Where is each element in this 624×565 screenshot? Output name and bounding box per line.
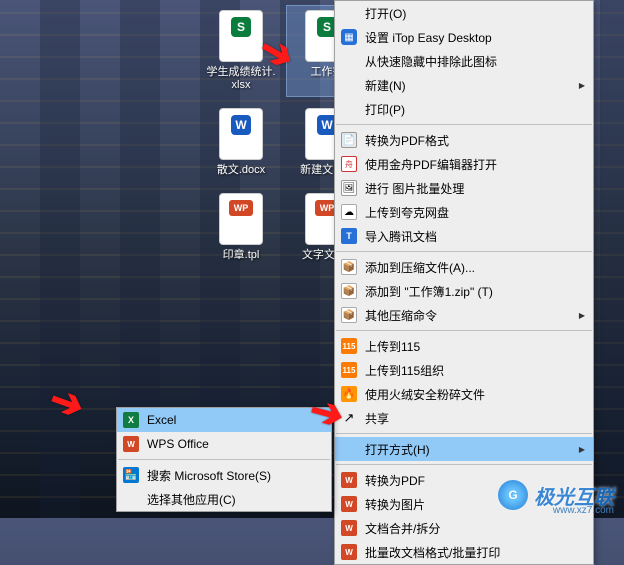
zip-icon: 📦 bbox=[341, 259, 357, 275]
hr-icon: 🔥 bbox=[341, 386, 357, 402]
menu-item[interactable]: 打印(P) bbox=[335, 97, 593, 121]
menu-item[interactable]: 从快速隐藏中排除此图标 bbox=[335, 49, 593, 73]
menu-item-label: 添加到 "工作簿1.zip" (T) bbox=[365, 283, 493, 300]
icon-label: 印章.tpl bbox=[223, 249, 260, 262]
file-icon-xlsx1[interactable]: 学生成绩统计.xlsx bbox=[201, 6, 281, 96]
menu-item[interactable]: 打开(O) bbox=[335, 1, 593, 25]
115-icon: 115 bbox=[341, 362, 357, 378]
zip-icon: 📦 bbox=[341, 283, 357, 299]
menu-item[interactable]: 🏪 搜索 Microsoft Store(S) bbox=[117, 463, 331, 487]
menu-item-label: 使用金舟PDF编辑器打开 bbox=[365, 156, 497, 173]
jz-icon: 舟 bbox=[341, 156, 357, 172]
itop-icon: ▦ bbox=[341, 29, 357, 45]
file-icon-docx1[interactable]: 散文.docx bbox=[201, 104, 281, 181]
wps-icon: W bbox=[341, 472, 357, 488]
menu-item[interactable]: X Excel bbox=[117, 408, 331, 432]
img-icon: 🖼 bbox=[341, 180, 357, 196]
menu-item-label: 其他压缩命令 bbox=[365, 307, 437, 324]
menu-item[interactable]: ☁ 上传到夸克网盘 bbox=[335, 200, 593, 224]
menu-item-label: 打开(O) bbox=[365, 5, 406, 22]
menu-item-label: 批量改文档格式/批量打印 bbox=[365, 544, 500, 561]
watermark-url: www.xz7.com bbox=[553, 505, 614, 516]
menu-item[interactable]: 选择其他应用(C) bbox=[117, 487, 331, 511]
tx-icon: T bbox=[341, 228, 357, 244]
wps-icon: W bbox=[123, 436, 139, 452]
menu-item-label: 新建(N) bbox=[365, 77, 406, 94]
menu-item[interactable]: 115 上传到115组织 bbox=[335, 358, 593, 382]
menu-item-label: 导入腾讯文档 bbox=[365, 228, 437, 245]
menu-item-label: 设置 iTop Easy Desktop bbox=[365, 29, 492, 46]
cloud-icon: ☁ bbox=[341, 204, 357, 220]
xl-icon: X bbox=[123, 412, 139, 428]
context-menu-openwith: X Excel W WPS Office 🏪 搜索 Microsoft Store(S) 选… bbox=[116, 407, 332, 512]
menu-item[interactable]: W 批量改文档格式/批量打印 bbox=[335, 540, 593, 564]
menu-item-label: 文档合并/拆分 bbox=[365, 520, 440, 537]
menu-item[interactable]: 📦 添加到 "工作簿1.zip" (T) bbox=[335, 279, 593, 303]
wps-icon: W bbox=[341, 544, 357, 560]
menu-item[interactable]: 新建(N) bbox=[335, 73, 593, 97]
menu-item[interactable]: ↗ 共享 bbox=[335, 406, 593, 430]
xlsx-icon bbox=[219, 10, 263, 62]
wps-icon bbox=[219, 193, 263, 245]
menu-item[interactable]: T 导入腾讯文档 bbox=[335, 224, 593, 248]
menu-separator bbox=[336, 124, 592, 125]
menu-item[interactable]: 📦 添加到压缩文件(A)... bbox=[335, 255, 593, 279]
menu-item-label: 进行 图片批量处理 bbox=[365, 180, 464, 197]
115-icon: 115 bbox=[341, 338, 357, 354]
menu-item-label: WPS Office bbox=[147, 437, 209, 451]
menu-separator bbox=[336, 464, 592, 465]
menu-item-label: 从快速隐藏中排除此图标 bbox=[365, 53, 497, 70]
pdf-icon: 📄 bbox=[341, 132, 357, 148]
menu-item[interactable]: 🔥 使用火绒安全粉碎文件 bbox=[335, 382, 593, 406]
icon-label: 学生成绩统计.xlsx bbox=[205, 66, 277, 92]
store-icon: 🏪 bbox=[123, 467, 139, 483]
menu-item[interactable]: W 文档合并/拆分 bbox=[335, 516, 593, 540]
watermark-logo-icon: G bbox=[498, 480, 528, 510]
menu-item-label: 上传到夸克网盘 bbox=[365, 204, 449, 221]
menu-item-label: 转换为图片 bbox=[365, 496, 425, 513]
menu-separator bbox=[336, 251, 592, 252]
menu-item-label: 打印(P) bbox=[365, 101, 405, 118]
menu-item-label: 添加到压缩文件(A)... bbox=[365, 259, 475, 276]
menu-separator bbox=[118, 459, 330, 460]
wps-icon: W bbox=[341, 520, 357, 536]
menu-item-label: 转换为PDF格式 bbox=[365, 132, 449, 149]
menu-item[interactable]: W WPS Office bbox=[117, 432, 331, 456]
menu-item-label: 上传到115 bbox=[365, 338, 420, 355]
wps-icon: W bbox=[341, 496, 357, 512]
menu-item[interactable]: 舟使用金舟PDF编辑器打开 bbox=[335, 152, 593, 176]
menu-item-label: 选择其他应用(C) bbox=[147, 491, 236, 508]
menu-item-label: 打开方式(H) bbox=[365, 441, 430, 458]
menu-item[interactable]: 📄 转换为PDF格式 bbox=[335, 128, 593, 152]
menu-item[interactable]: 115 上传到115 bbox=[335, 334, 593, 358]
share-icon: ↗ bbox=[341, 410, 357, 426]
docx-icon bbox=[219, 108, 263, 160]
menu-item-label: 上传到115组织 bbox=[365, 362, 444, 379]
menu-item[interactable]: 🖼 进行 图片批量处理 bbox=[335, 176, 593, 200]
menu-separator bbox=[336, 330, 592, 331]
menu-item-label: 共享 bbox=[365, 410, 389, 427]
menu-item[interactable]: 打开方式(H) bbox=[335, 437, 593, 461]
menu-item-label: 搜索 Microsoft Store(S) bbox=[147, 467, 271, 484]
file-icon-tpl[interactable]: 印章.tpl bbox=[201, 189, 281, 266]
menu-item-label: Excel bbox=[147, 413, 176, 427]
menu-item-label: 使用火绒安全粉碎文件 bbox=[365, 386, 485, 403]
icon-label: 散文.docx bbox=[217, 164, 265, 177]
menu-item-label: 转换为PDF bbox=[365, 472, 425, 489]
menu-separator bbox=[336, 433, 592, 434]
menu-item[interactable]: 📦 其他压缩命令 bbox=[335, 303, 593, 327]
menu-item[interactable]: ▦ 设置 iTop Easy Desktop bbox=[335, 25, 593, 49]
zip-icon: 📦 bbox=[341, 307, 357, 323]
